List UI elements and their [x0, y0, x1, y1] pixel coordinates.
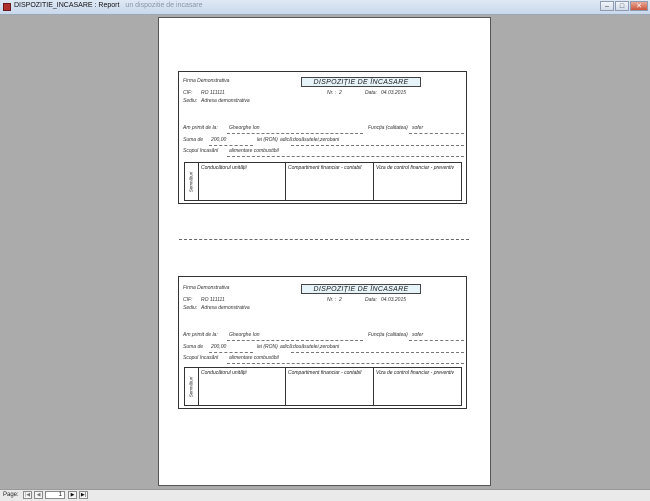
sig-management-label: Conducătorul unității	[201, 370, 247, 376]
page-navigation-bar: Page: |◀ ◀ 1 ▶ ▶|	[0, 489, 650, 501]
report-page: Firma Demonstrativa DISPOZIȚIE DE ÎNCASA…	[158, 17, 491, 486]
received-label: Am primit de la:	[183, 332, 218, 338]
sum-value: 200,00	[211, 344, 227, 350]
purpose-line	[227, 156, 464, 157]
words-value: douăsutelei,zerobani	[293, 137, 340, 143]
window-title-text: DISPOZITIE_INCASARE : Report	[14, 2, 120, 9]
words-line	[291, 352, 464, 353]
received-label: Am primit de la:	[183, 125, 218, 131]
purpose-label: Scopul încasării	[183, 148, 219, 154]
receipt-form-1: Firma Demonstrativa DISPOZIȚIE DE ÎNCASA…	[178, 71, 467, 204]
first-page-button[interactable]: |◀	[23, 491, 32, 499]
nr-value: 2	[339, 90, 342, 96]
sediu-label: Sediu:	[183, 305, 198, 311]
words-label: adică:	[280, 137, 294, 143]
currency-label: lei (RON)	[257, 137, 278, 143]
next-page-button[interactable]: ▶	[68, 491, 77, 499]
nr-label: Nr. :	[327, 90, 337, 96]
signature-grid: Semnături Conducătorul unității Comparti…	[184, 162, 462, 201]
purpose-label: Scopul încasării	[183, 355, 219, 361]
nr-value: 2	[339, 297, 342, 303]
sig-management-label: Conducătorul unității	[201, 165, 247, 171]
date-value: 04.03.2015	[381, 90, 407, 96]
function-value: sofer	[412, 332, 424, 338]
receipt-form-2: Firma Demonstrativa DISPOZIȚIE DE ÎNCASA…	[178, 276, 467, 409]
words-label: adică:	[280, 344, 294, 350]
form-title: DISPOZIȚIE DE ÎNCASARE	[301, 77, 421, 87]
window-title-ghost: un dispozitie de incasare	[125, 2, 203, 9]
signatures-label: Semnături	[186, 372, 196, 402]
function-label: Funcția (calitatea)	[368, 125, 408, 131]
company-name: Firma Demonstrativa	[183, 78, 230, 84]
sig-finance-label: Compartiment financiar - contabil	[288, 370, 362, 376]
cif-value: RO 111111	[201, 297, 225, 303]
sig-finance-cell: Compartiment financiar - contabil	[285, 163, 373, 200]
words-value: douăsutelei,zerobani	[293, 344, 340, 350]
page-number-input[interactable]: 1	[45, 491, 65, 499]
currency-label: lei (RON)	[257, 344, 278, 350]
received-value: Gheorghe Ion	[229, 332, 260, 338]
window-title: DISPOZITIE_INCASARE : Report un dispoziti…	[14, 2, 202, 9]
function-line	[409, 133, 464, 134]
company-name: Firma Demonstrativa	[183, 285, 230, 291]
purpose-value: alimentare combustibil	[229, 148, 279, 154]
sig-management-cell: Conducătorul unității	[198, 368, 285, 405]
received-value: Gheorghe Ion	[229, 125, 260, 131]
sig-control-cell: Viza de control financiar - preventiv	[373, 163, 461, 200]
signatures-label-text: Semnături	[188, 171, 194, 193]
function-label: Funcția (calitatea)	[368, 332, 408, 338]
previous-page-button[interactable]: ◀	[34, 491, 43, 499]
cif-value: RO 111111	[201, 90, 225, 96]
maximize-button[interactable]: □	[615, 1, 629, 11]
window-titlebar: DISPOZITIE_INCASARE : Report un dispoziti…	[0, 0, 650, 15]
cut-line	[179, 239, 469, 240]
purpose-value: alimentare combustibil	[229, 355, 279, 361]
sig-management-cell: Conducătorul unității	[198, 163, 285, 200]
report-icon	[3, 3, 11, 11]
sum-line	[209, 352, 253, 353]
sig-control-cell: Viza de control financiar - preventiv	[373, 368, 461, 405]
sediu-label: Sediu:	[183, 98, 198, 104]
cif-label: CIF:	[183, 297, 193, 303]
sig-finance-cell: Compartiment financiar - contabil	[285, 368, 373, 405]
sum-value: 200,00	[211, 137, 227, 143]
signatures-label-text: Semnături	[188, 376, 194, 398]
signatures-label: Semnături	[186, 167, 196, 197]
purpose-line	[227, 363, 464, 364]
minimize-button[interactable]: –	[600, 1, 614, 11]
date-value: 04.03.2015	[381, 297, 407, 303]
last-page-button[interactable]: ▶|	[79, 491, 88, 499]
sig-control-label: Viza de control financiar - preventiv	[376, 165, 455, 171]
date-label: Data:	[365, 90, 377, 96]
sediu-value: Adresa demonstrativa	[201, 305, 250, 311]
form-title: DISPOZIȚIE DE ÎNCASARE	[301, 284, 421, 294]
sig-control-label: Viza de control financiar - preventiv	[376, 370, 455, 376]
nr-label: Nr. :	[327, 297, 337, 303]
signature-grid: Semnături Conducătorul unității Comparti…	[184, 367, 462, 406]
sediu-value: Adresa demonstrativa	[201, 98, 250, 104]
function-value: sofer	[412, 125, 424, 131]
page-label: Page:	[3, 492, 19, 498]
sum-line	[209, 145, 253, 146]
sum-label: Suma de	[183, 137, 204, 143]
date-label: Data:	[365, 297, 377, 303]
window-controls: – □ ✕	[600, 1, 648, 11]
sum-label: Suma de	[183, 344, 204, 350]
words-line	[291, 145, 464, 146]
close-button[interactable]: ✕	[630, 1, 648, 11]
received-line	[227, 340, 363, 341]
function-line	[409, 340, 464, 341]
received-line	[227, 133, 363, 134]
cif-label: CIF:	[183, 90, 193, 96]
sig-finance-label: Compartiment financiar - contabil	[288, 165, 362, 171]
